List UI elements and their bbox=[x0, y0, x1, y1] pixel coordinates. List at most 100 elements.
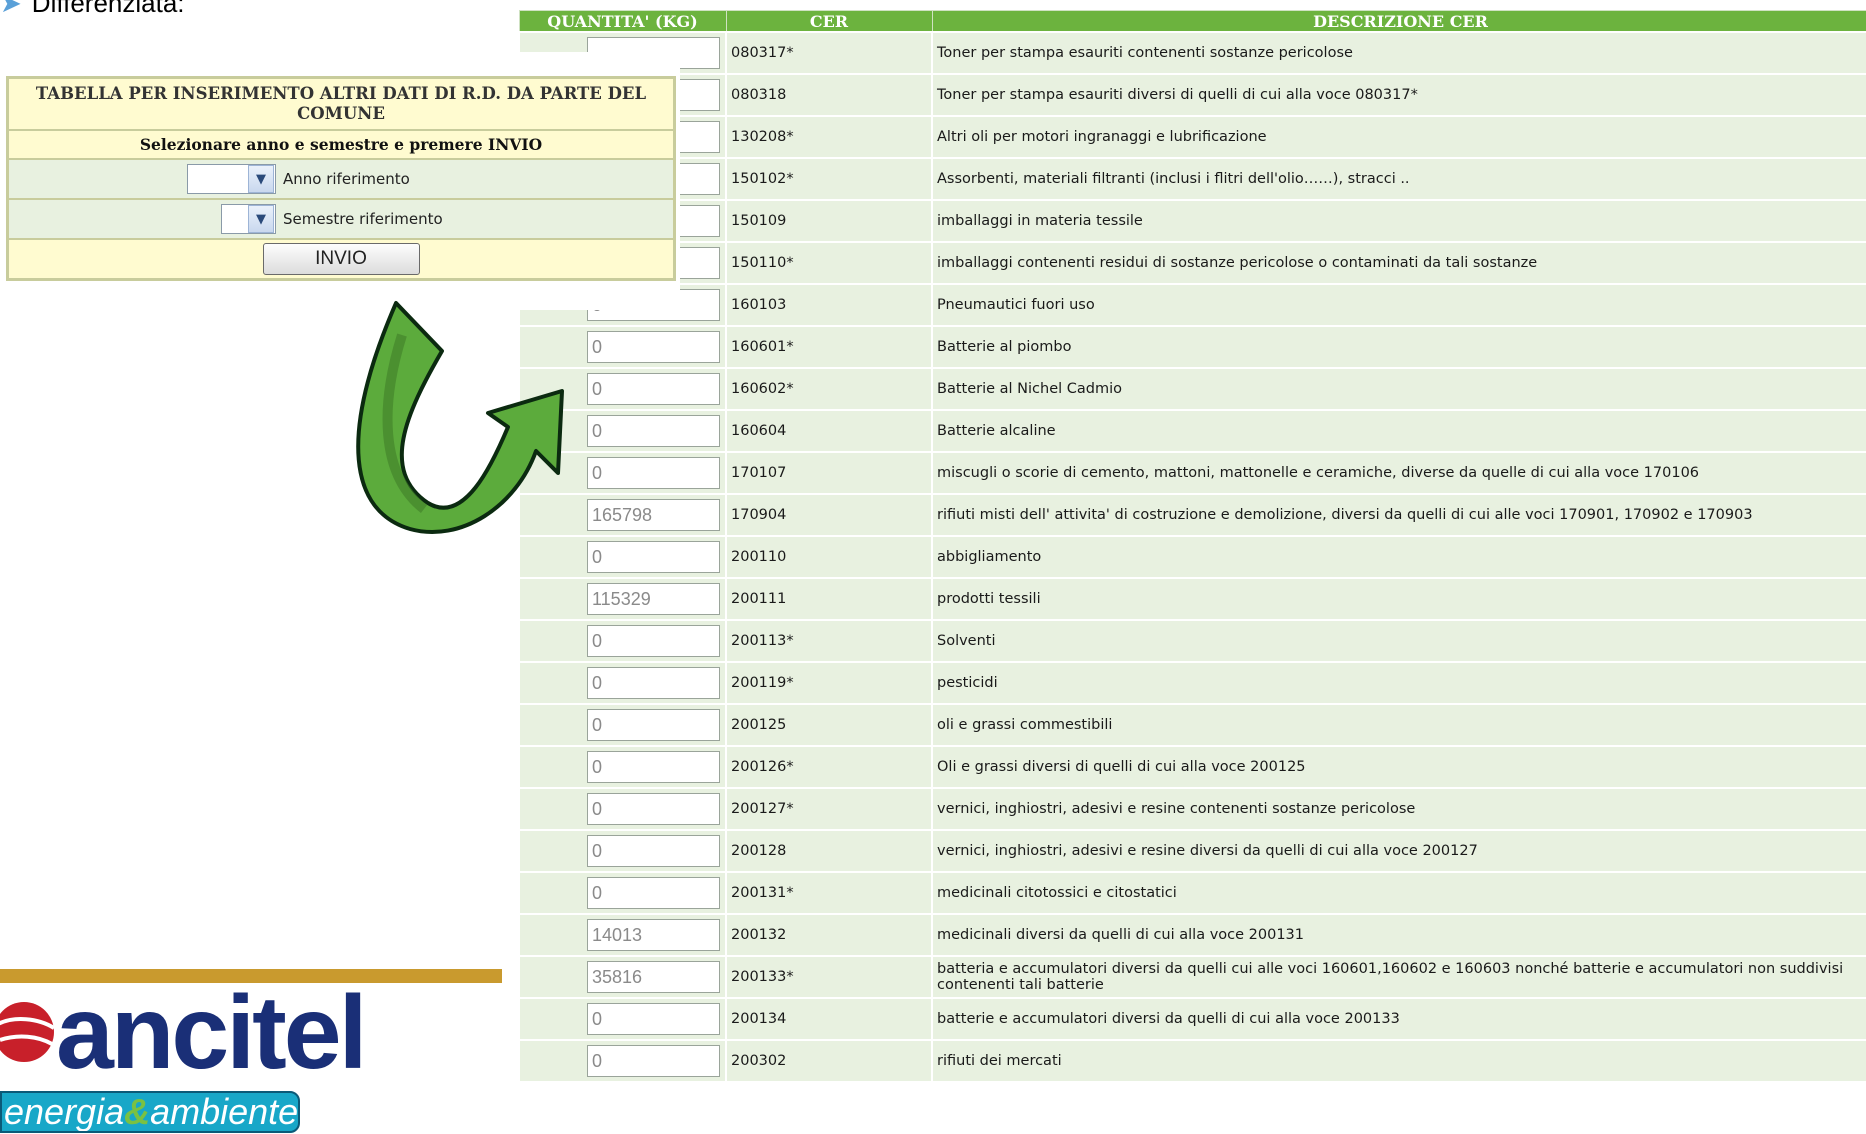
quantity-input[interactable] bbox=[587, 415, 720, 447]
table-row: 200125oli e grassi commestibili bbox=[518, 703, 1866, 747]
table-row: 200131*medicinali citotossici e citostat… bbox=[518, 871, 1866, 915]
form-title: TABELLA PER INSERIMENTO ALTRI DATI DI R.… bbox=[6, 76, 676, 131]
quantity-input[interactable] bbox=[587, 499, 720, 531]
quantity-input[interactable] bbox=[587, 709, 720, 741]
cer-description: abbigliamento bbox=[931, 535, 1866, 579]
quantity-cell bbox=[518, 1039, 727, 1083]
cer-code: 200128 bbox=[725, 829, 933, 873]
header-description: DESCRIZIONE CER bbox=[931, 10, 1866, 33]
cer-code: 200125 bbox=[725, 703, 933, 747]
quantity-input[interactable] bbox=[587, 331, 720, 363]
rd-form-table: TABELLA PER INSERIMENTO ALTRI DATI DI R.… bbox=[6, 76, 676, 281]
cer-description: vernici, inghiostri, adesivi e resine di… bbox=[931, 829, 1866, 873]
quantity-cell bbox=[518, 745, 727, 789]
slide-heading: ➤ Differenziata: bbox=[0, 0, 185, 19]
table-row: 200133*batteria e accumulatori diversi d… bbox=[518, 955, 1866, 999]
cer-code: 170107 bbox=[725, 451, 933, 495]
quantity-input[interactable] bbox=[587, 457, 720, 489]
form-instruction: Selezionare anno e semestre e premere IN… bbox=[6, 129, 676, 160]
cer-code: 200132 bbox=[725, 913, 933, 957]
table-row: 080317* Toner per stampa esauriti contene… bbox=[518, 31, 1866, 75]
cer-code: 160601* bbox=[725, 325, 933, 369]
invio-button[interactable]: INVIO bbox=[262, 243, 420, 275]
cer-code: 080318 bbox=[725, 73, 933, 117]
cer-description: batterie e accumulatori diversi da quell… bbox=[931, 997, 1866, 1041]
cer-code: 200127* bbox=[725, 787, 933, 831]
table-row: 130208* Altri oli per motori ingranaggi e… bbox=[518, 115, 1866, 159]
table-row: 150109 imballaggi in materia tessile bbox=[518, 199, 1866, 243]
cer-description: imballaggi contenenti residui di sostanz… bbox=[931, 241, 1866, 285]
logo-tagline: energia&ambiente bbox=[0, 1091, 300, 1133]
chevron-down-icon[interactable]: ▼ bbox=[248, 165, 274, 193]
cer-description: Assorbenti, materiali filtranti (inclusi… bbox=[931, 157, 1866, 201]
quantity-input[interactable] bbox=[587, 919, 720, 951]
table-row: 170904rifiuti misti dell' attivita' di c… bbox=[518, 493, 1866, 537]
cer-description: Batterie al piombo bbox=[931, 325, 1866, 369]
quantity-input[interactable] bbox=[587, 751, 720, 783]
quantity-cell bbox=[518, 661, 727, 705]
cer-code: 200133* bbox=[725, 955, 933, 999]
cer-code: 200302 bbox=[725, 1039, 933, 1083]
quantity-input[interactable] bbox=[587, 541, 720, 573]
table-row: 200111prodotti tessili bbox=[518, 577, 1866, 621]
cer-code: 130208* bbox=[725, 115, 933, 159]
cer-description: batteria e accumulatori diversi da quell… bbox=[931, 955, 1866, 999]
table-row: 160604Batterie alcaline bbox=[518, 409, 1866, 453]
cer-description: miscugli o scorie di cemento, mattoni, m… bbox=[931, 451, 1866, 495]
cer-code: 160602* bbox=[725, 367, 933, 411]
quantity-cell bbox=[518, 619, 727, 663]
quantity-cell bbox=[518, 871, 727, 915]
table-header-row: QUANTITA' (KG) CER DESCRIZIONE CER bbox=[518, 10, 1866, 33]
table-row: 200127*vernici, inghiostri, adesivi e re… bbox=[518, 787, 1866, 831]
cer-code: 200111 bbox=[725, 577, 933, 621]
quantity-input[interactable] bbox=[587, 583, 720, 615]
cer-code: 150109 bbox=[725, 199, 933, 243]
cer-description: oli e grassi commestibili bbox=[931, 703, 1866, 747]
quantity-cell bbox=[518, 997, 727, 1041]
quantity-input[interactable] bbox=[587, 1003, 720, 1035]
cer-description: Batterie alcaline bbox=[931, 409, 1866, 453]
semester-select[interactable]: ▼ bbox=[221, 204, 276, 234]
semester-row: ▼ Semestre riferimento bbox=[6, 198, 676, 240]
quantity-input[interactable] bbox=[587, 835, 720, 867]
cer-description: Solventi bbox=[931, 619, 1866, 663]
cer-description: imballaggi in materia tessile bbox=[931, 199, 1866, 243]
cer-description: vernici, inghiostri, adesivi e resine co… bbox=[931, 787, 1866, 831]
form-panel: TABELLA PER INSERIMENTO ALTRI DATI DI R.… bbox=[0, 52, 680, 310]
cer-code: 170904 bbox=[725, 493, 933, 537]
quantity-cell bbox=[518, 913, 727, 957]
year-label: Anno riferimento bbox=[283, 170, 410, 188]
cer-code: 200119* bbox=[725, 661, 933, 705]
quantity-input[interactable] bbox=[587, 877, 720, 909]
quantity-input[interactable] bbox=[587, 1045, 720, 1077]
semester-label: Semestre riferimento bbox=[283, 210, 443, 228]
chevron-down-icon[interactable]: ▼ bbox=[248, 205, 274, 233]
cer-description: Toner per stampa esauriti contenenti sos… bbox=[931, 31, 1866, 75]
cer-code: 200110 bbox=[725, 535, 933, 579]
quantity-input[interactable] bbox=[587, 961, 720, 993]
table-row: 200132medicinali diversi da quelli di cu… bbox=[518, 913, 1866, 957]
quantity-cell bbox=[518, 955, 727, 999]
quantity-cell bbox=[518, 577, 727, 621]
quantity-input[interactable] bbox=[587, 667, 720, 699]
ancitel-logo: ancitel energia&ambiente bbox=[0, 975, 510, 1134]
cer-description: medicinali diversi da quelli di cui alla… bbox=[931, 913, 1866, 957]
table-row: 170107miscugli o scorie di cemento, matt… bbox=[518, 451, 1866, 495]
quantity-input[interactable] bbox=[587, 793, 720, 825]
table-row: 150102* Assorbenti, materiali filtranti (… bbox=[518, 157, 1866, 201]
table-row: 200113*Solventi bbox=[518, 619, 1866, 663]
quantity-cell bbox=[518, 703, 727, 747]
quantity-input[interactable] bbox=[587, 373, 720, 405]
cer-table: QUANTITA' (KG) CER DESCRIZIONE CER 08031… bbox=[518, 10, 1866, 1083]
cer-description: Toner per stampa esauriti diversi di que… bbox=[931, 73, 1866, 117]
table-row: 200302rifiuti dei mercati bbox=[518, 1039, 1866, 1083]
quantity-input[interactable] bbox=[587, 625, 720, 657]
submit-row: INVIO bbox=[6, 238, 676, 281]
cer-code: 160604 bbox=[725, 409, 933, 453]
cer-description: Altri oli per motori ingranaggi e lubrif… bbox=[931, 115, 1866, 159]
table-row: 160103Pneumautici fuori uso bbox=[518, 283, 1866, 327]
cer-code: 200126* bbox=[725, 745, 933, 789]
table-row: 150110* imballaggi contenenti residui di … bbox=[518, 241, 1866, 285]
year-select[interactable]: ▼ bbox=[187, 164, 276, 194]
cer-code: 150102* bbox=[725, 157, 933, 201]
